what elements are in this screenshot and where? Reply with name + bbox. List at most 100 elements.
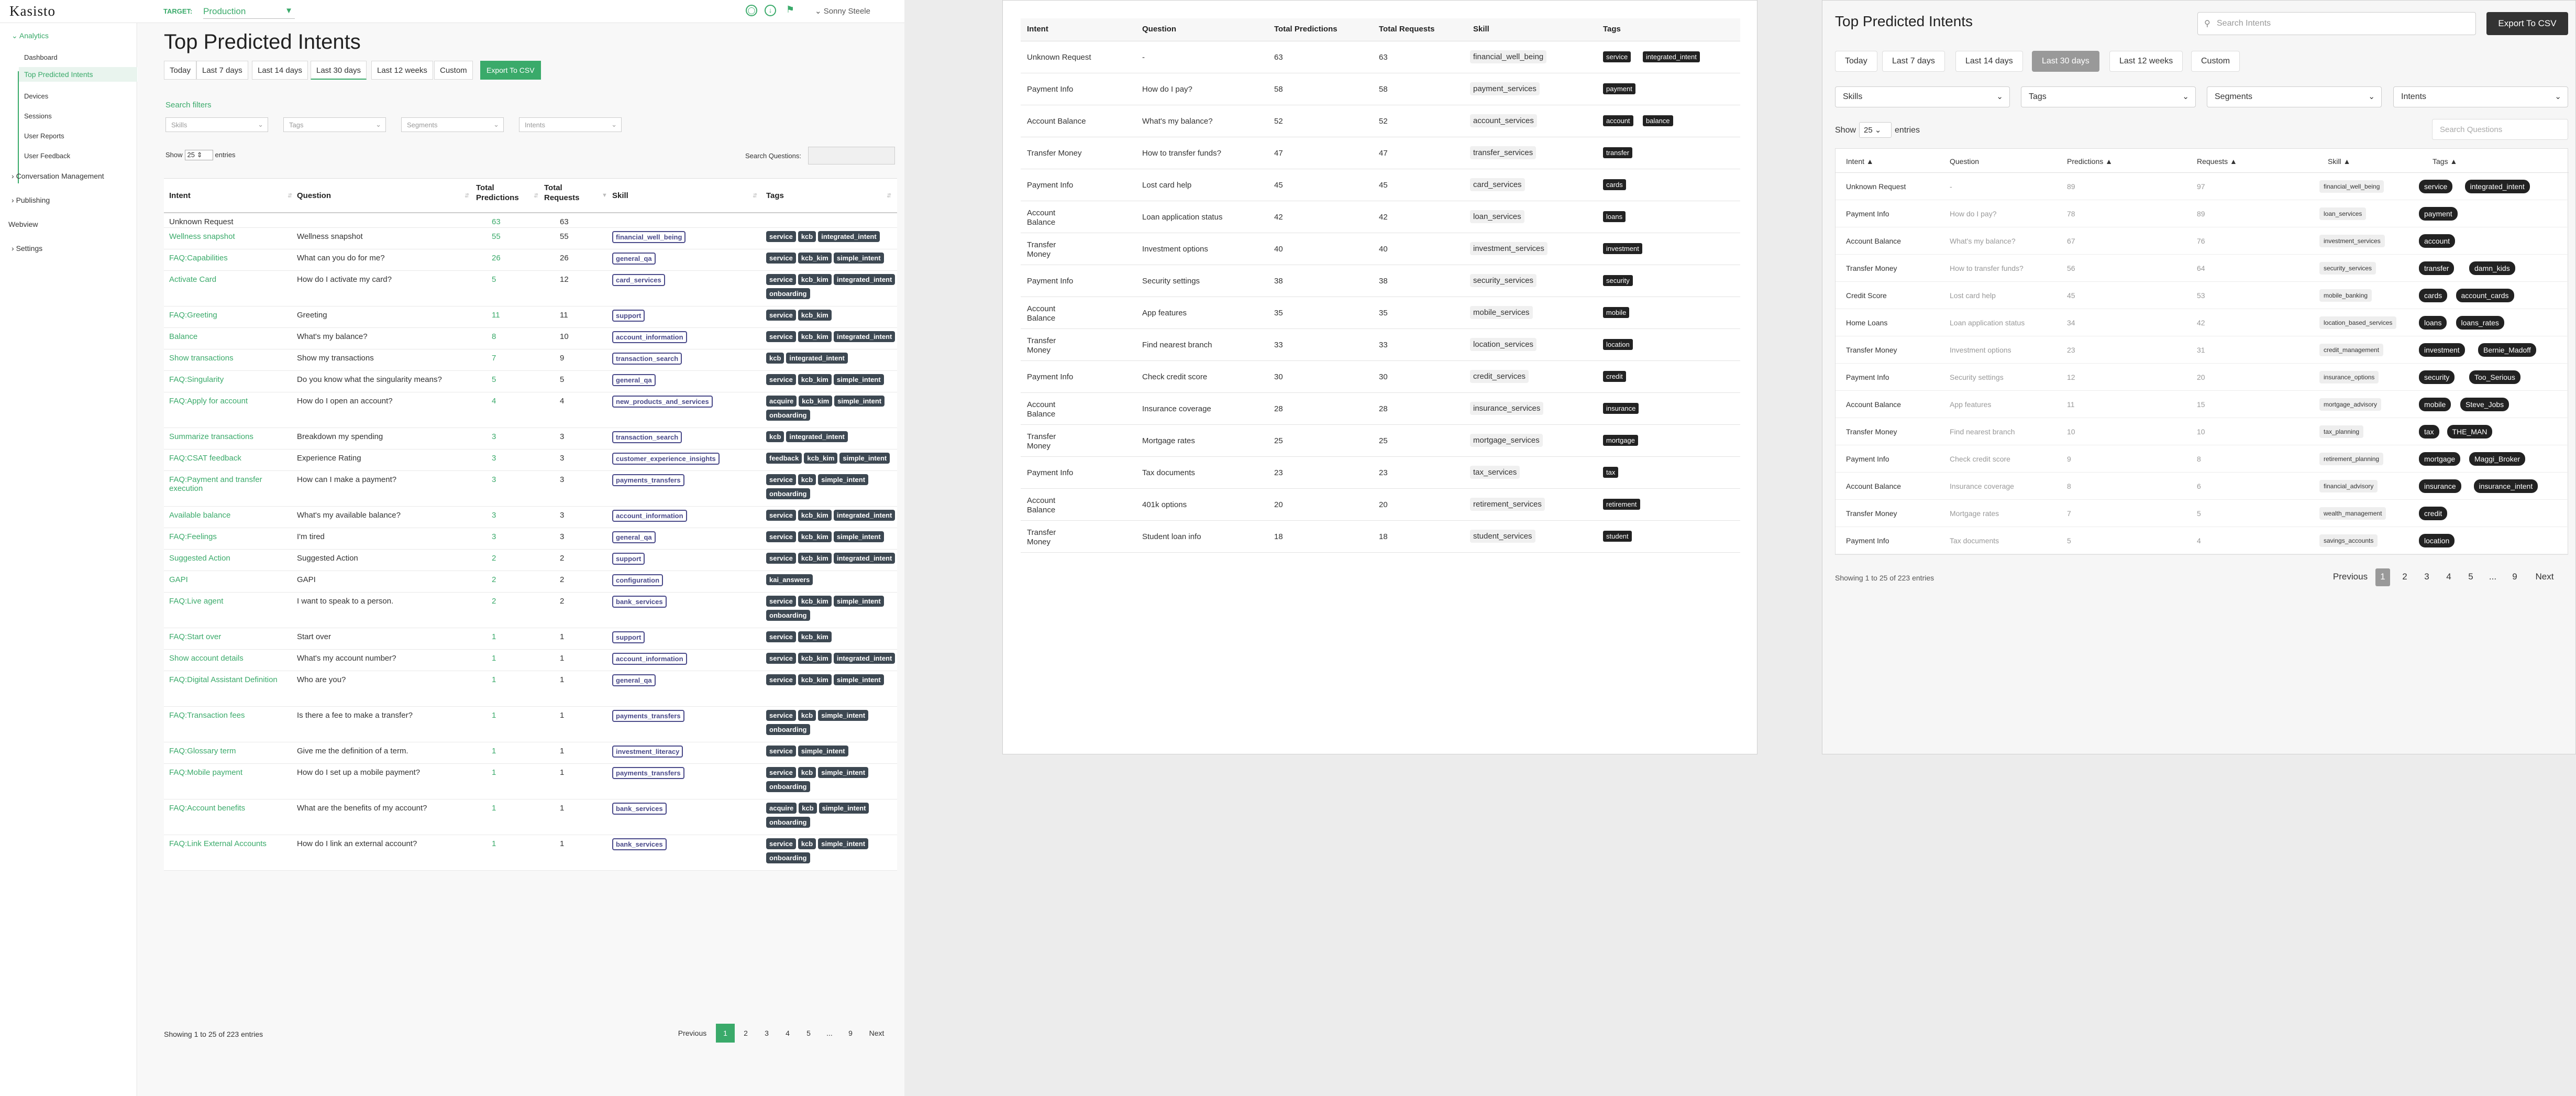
skill-badge[interactable]: financial_well_being [612, 231, 686, 243]
intent-link[interactable]: FAQ:Live agent [169, 597, 290, 606]
skill-badge[interactable]: customer_experience_insights [612, 453, 720, 465]
export-csv-button[interactable]: Export To CSV [480, 61, 541, 80]
sort-icon[interactable]: ⇵ [534, 192, 538, 199]
skill-badge[interactable]: card_services [612, 274, 665, 286]
predictions-value[interactable]: 4 [492, 397, 496, 405]
col-intent[interactable]: Intent [169, 191, 191, 200]
segments-filter[interactable]: Segments ⌄ [401, 117, 504, 132]
predictions-value[interactable]: 8 [492, 332, 496, 341]
pagination-page-2[interactable]: 2 [738, 1024, 754, 1043]
intent-link[interactable]: FAQ:Capabilities [169, 254, 290, 262]
date-14-days-button[interactable]: Last 14 days [252, 61, 308, 80]
intent-link[interactable]: Balance [169, 332, 290, 341]
col-requests[interactable]: Requests ▲ [2197, 157, 2237, 166]
intent-link[interactable]: FAQ:Feelings [169, 532, 290, 541]
pagination-next[interactable]: Next [2531, 568, 2558, 586]
skill-badge[interactable]: payments_transfers [612, 710, 684, 722]
skills-filter[interactable]: Skills ⌄ [1835, 86, 2010, 107]
skill-badge[interactable]: payments_transfers [612, 474, 684, 486]
col-total-requests[interactable]: Total Requests [544, 183, 586, 203]
sort-icon[interactable]: ▼ [602, 192, 607, 199]
date-14-days-button[interactable]: Last 14 days [1955, 51, 2023, 72]
intent-link[interactable]: Show transactions [169, 354, 290, 363]
intent-link[interactable]: GAPI [169, 575, 290, 584]
skill-badge[interactable]: general_qa [612, 253, 656, 265]
intents-filter[interactable]: Intents ⌄ [2393, 86, 2568, 107]
download-icon[interactable]: ↓ [765, 5, 776, 16]
intent-link[interactable]: FAQ:Transaction fees [169, 711, 290, 720]
pagination-page-5[interactable]: 5 [801, 1024, 816, 1043]
date-12-weeks-button[interactable]: Last 12 weeks [2109, 51, 2183, 72]
intent-link[interactable]: Available balance [169, 511, 290, 520]
sort-icon[interactable]: ⇵ [887, 192, 891, 199]
sort-icon[interactable]: ⇵ [465, 192, 469, 199]
search-questions-input[interactable]: Search Questions [2432, 119, 2568, 140]
pagination-next[interactable]: Next [864, 1024, 890, 1043]
col-skill[interactable]: Skill [612, 191, 628, 200]
col-predictions[interactable]: Predictions ▲ [2067, 157, 2113, 166]
intent-link[interactable]: FAQ:CSAT feedback [169, 454, 290, 463]
date-30-days-button[interactable]: Last 30 days [311, 61, 367, 80]
predictions-value[interactable]: 3 [492, 532, 496, 541]
globe-icon[interactable]: ◯ [746, 5, 757, 16]
predictions-value[interactable]: 11 [492, 311, 500, 320]
predictions-value[interactable]: 2 [492, 575, 496, 584]
sidebar-item-devices[interactable]: Devices [24, 92, 48, 100]
sidebar-item-webview[interactable]: Webview [8, 220, 38, 228]
export-csv-button[interactable]: Export To CSV [2486, 12, 2568, 35]
user-menu[interactable]: ⌄ Sonny Steele [815, 6, 870, 16]
predictions-value[interactable]: 1 [492, 747, 496, 755]
skill-badge[interactable]: transaction_search [612, 431, 682, 443]
predictions-value[interactable]: 5 [492, 275, 496, 284]
search-questions-input[interactable] [808, 147, 895, 165]
sidebar-item-conversation-management[interactable]: › Conversation Management [12, 172, 104, 180]
page-size-select[interactable]: 25 ⇕ [184, 150, 213, 160]
col-skill[interactable]: Skill [1473, 25, 1489, 34]
sidebar-item-sessions[interactable]: Sessions [24, 112, 52, 120]
sidebar-item-top-predicted-intents[interactable]: Top Predicted Intents [19, 67, 137, 82]
predictions-value[interactable]: 55 [492, 232, 501, 241]
search-intents-input[interactable]: ⚲ Search Intents [2197, 12, 2476, 35]
segments-filter[interactable]: Segments ⌄ [2207, 86, 2382, 107]
sidebar-item-settings[interactable]: › Settings [12, 244, 42, 253]
skill-badge[interactable]: account_information [612, 653, 687, 665]
date-12-weeks-button[interactable]: Last 12 weeks [371, 61, 433, 80]
col-question[interactable]: Question [1142, 25, 1176, 34]
intent-link[interactable]: Summarize transactions [169, 432, 290, 441]
intent-link[interactable]: FAQ:Singularity [169, 375, 290, 384]
skill-badge[interactable]: support [612, 553, 645, 565]
predictions-value[interactable]: 7 [492, 354, 496, 363]
pagination-previous[interactable]: Previous [674, 1024, 711, 1043]
date-30-days-button[interactable]: Last 30 days [2032, 51, 2099, 72]
skill-badge[interactable]: bank_services [612, 803, 667, 815]
sort-icon[interactable]: ⇵ [288, 192, 292, 199]
pagination-page-1[interactable]: 1 [716, 1024, 735, 1043]
intents-filter[interactable]: Intents ⌄ [519, 117, 622, 132]
skill-badge[interactable]: bank_services [612, 838, 667, 850]
intent-link[interactable]: FAQ:Mobile payment [169, 768, 290, 777]
sidebar-item-user-reports[interactable]: User Reports [24, 132, 64, 140]
sidebar-item-analytics[interactable]: ⌄ Analytics [12, 31, 49, 40]
skill-badge[interactable]: transaction_search [612, 353, 682, 365]
col-intent[interactable]: Intent [1027, 25, 1048, 34]
pagination-page-9[interactable]: 9 [2507, 568, 2522, 586]
col-total-predictions[interactable]: Total Predictions [1274, 25, 1337, 34]
skill-badge[interactable]: general_qa [612, 374, 656, 386]
skill-badge[interactable]: configuration [612, 574, 664, 586]
tags-filter[interactable]: Tags ⌄ [2021, 86, 2196, 107]
predictions-value[interactable]: 2 [492, 554, 496, 563]
predictions-value[interactable]: 3 [492, 511, 496, 520]
predictions-value[interactable]: 1 [492, 711, 496, 720]
skill-badge[interactable]: new_products_and_services [612, 396, 713, 408]
intent-link[interactable]: Wellness snapshot [169, 232, 290, 241]
intent-link[interactable]: FAQ:Start over [169, 632, 290, 641]
predictions-value[interactable]: 3 [492, 475, 496, 484]
col-total-predictions[interactable]: Total Predictions [476, 183, 519, 203]
intent-link[interactable]: Activate Card [169, 275, 290, 284]
predictions-value[interactable]: 26 [492, 254, 501, 262]
pagination-previous[interactable]: Previous [2329, 568, 2371, 586]
intent-link[interactable]: FAQ:Link External Accounts [169, 839, 290, 848]
skill-badge[interactable]: general_qa [612, 531, 656, 543]
skill-badge[interactable]: account_information [612, 331, 687, 343]
predictions-value[interactable]: 1 [492, 675, 496, 684]
